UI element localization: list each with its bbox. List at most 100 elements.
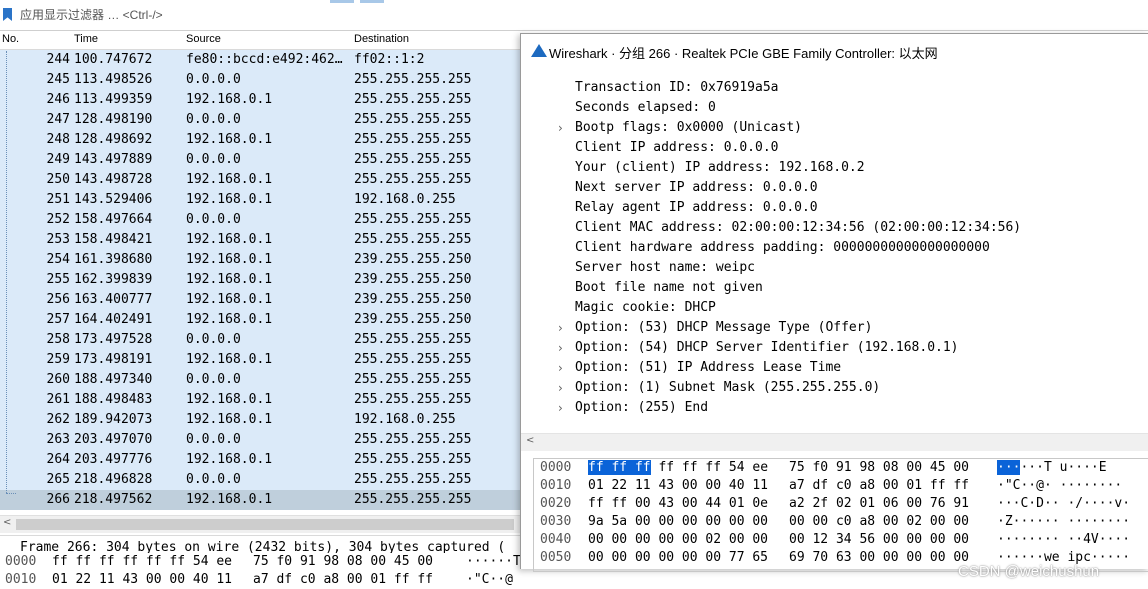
bytes-hex[interactable]: 01 22 11 43 00 00 40 11 [52, 571, 232, 589]
hex-bytes[interactable]: 00 00 00 00 00 00 77 65 [588, 549, 768, 567]
hex-bytes[interactable]: 75 f0 91 98 08 00 45 00 [789, 459, 969, 477]
hex-bytes[interactable]: a2 2f 02 01 06 00 76 91 [789, 495, 969, 513]
packet-row[interactable]: 249 143.497889 0.0.0.0 255.255.255.255 [0, 150, 520, 170]
packet-source: 192.168.0.1 [186, 252, 273, 267]
detail-tree-item[interactable]: Client IP address: 0.0.0.0 [521, 138, 1148, 158]
detail-tree-item[interactable]: Boot file name not given [521, 278, 1148, 298]
packet-row[interactable]: 245 113.498526 0.0.0.0 255.255.255.255 [0, 70, 520, 90]
packet-time: 143.498728 [74, 172, 153, 187]
packet-source: 192.168.0.1 [186, 352, 273, 367]
packet-destination: 239.255.255.250 [354, 312, 472, 327]
display-filter-input[interactable] [16, 5, 1144, 25]
hex-ascii[interactable]: ·Z······ ········ [997, 513, 1130, 531]
packet-row[interactable]: 265 218.496828 0.0.0.0 255.255.255.255 [0, 470, 520, 490]
detail-tree-item[interactable]: Relay agent IP address: 0.0.0.0 [521, 198, 1148, 218]
bytes-hex[interactable]: ff ff ff ff ff ff 54 ee [52, 553, 232, 571]
hex-offset: 0010 [540, 478, 572, 493]
detail-tree-label: Option: (1) Subnet Mask (255.255.255.0) [575, 380, 881, 395]
chevron-right-icon[interactable]: › [558, 398, 563, 418]
chevron-right-icon[interactable]: › [558, 358, 563, 378]
bytes-hex[interactable]: a7 df c0 a8 00 01 ff ff [253, 571, 433, 589]
packet-row[interactable]: 256 163.400777 192.168.0.1 239.255.255.250 [0, 290, 520, 310]
hex-bytes[interactable]: 69 70 63 00 00 00 00 00 [789, 549, 969, 567]
hex-bytes-text: 01 22 11 43 00 00 40 11 [588, 478, 769, 493]
hex-ascii[interactable]: ···C·D·· ·/····v· [997, 495, 1130, 513]
scrollbar-thumb[interactable] [16, 519, 514, 530]
frame-summary[interactable]: Frame 266: 304 bytes on wire (2432 bits)… [20, 540, 505, 554]
hex-bytes[interactable]: 01 22 11 43 00 00 40 11 [588, 477, 768, 495]
window-titlebar[interactable]: Wireshark · 分组 266 · Realtek PCIe GBE Fa… [521, 34, 1148, 66]
packet-row[interactable]: 260 188.497340 0.0.0.0 255.255.255.255 [0, 370, 520, 390]
hex-bytes[interactable]: ff ff 00 43 00 44 01 0e [588, 495, 768, 513]
ascii-highlight[interactable]: ··· [997, 460, 1021, 475]
packet-row[interactable]: 266 218.497562 192.168.0.1 255.255.255.255 [0, 490, 520, 510]
packet-row[interactable]: 250 143.498728 192.168.0.1 255.255.255.255 [0, 170, 520, 190]
detail-tree-item[interactable]: Client MAC address: 02:00:00:12:34:56 (0… [521, 218, 1148, 238]
hex-bytes[interactable]: 00 00 c0 a8 00 02 00 00 [789, 513, 969, 531]
scroll-left-icon[interactable]: < [526, 435, 534, 446]
hex-bytes[interactable]: 00 12 34 56 00 00 00 00 [789, 531, 969, 549]
detail-tree-item[interactable]: Your (client) IP address: 192.168.0.2 [521, 158, 1148, 178]
hex-ascii[interactable]: ········ ··4V···· [997, 531, 1130, 549]
packet-row[interactable]: 251 143.529406 192.168.0.1 192.168.0.255 [0, 190, 520, 210]
detail-tree-item[interactable]: › Option: (1) Subnet Mask (255.255.255.0) [521, 378, 1148, 398]
detail-tree-label: Option: (255) End [575, 400, 709, 415]
packet-list-scrollbar[interactable]: < [0, 515, 520, 533]
packet-row[interactable]: 244 100.747672 fe80::bccd:e492:462… ff02::1… [0, 50, 520, 70]
packet-row[interactable]: 262 189.942073 192.168.0.1 192.168.0.255 [0, 410, 520, 430]
packet-row[interactable]: 246 113.499359 192.168.0.1 255.255.255.255 [0, 90, 520, 110]
chevron-right-icon[interactable]: › [558, 338, 563, 358]
hex-bytes[interactable]: ff ff ff ff ff ff 54 ee [588, 459, 768, 477]
column-header-no[interactable]: No. [2, 33, 19, 45]
packet-row[interactable]: 255 162.399839 192.168.0.1 239.255.255.250 [0, 270, 520, 290]
packet-row[interactable]: 259 173.498191 192.168.0.1 255.255.255.255 [0, 350, 520, 370]
bytes-ascii[interactable]: ······T [466, 553, 520, 571]
hex-bytes[interactable]: 00 00 00 00 00 02 00 00 [588, 531, 768, 549]
chevron-right-icon[interactable]: › [558, 318, 563, 338]
hex-bytes[interactable]: a7 df c0 a8 00 01 ff ff [789, 477, 969, 495]
packet-row[interactable]: 261 188.498483 192.168.0.1 255.255.255.255 [0, 390, 520, 410]
chevron-right-icon[interactable]: › [558, 118, 563, 138]
packet-row[interactable]: 264 203.497776 192.168.0.1 255.255.255.255 [0, 450, 520, 470]
detail-tree-item[interactable]: Server host name: weipc [521, 258, 1148, 278]
hex-ascii[interactable]: ······T u····E [997, 459, 1107, 477]
packet-row[interactable]: 263 203.497070 0.0.0.0 255.255.255.255 [0, 430, 520, 450]
packet-number: 251 [46, 192, 70, 207]
packet-row[interactable]: 252 158.497664 0.0.0.0 255.255.255.255 [0, 210, 520, 230]
detail-tree-item[interactable]: Seconds elapsed: 0 [521, 98, 1148, 118]
detail-tree-item[interactable]: Transaction ID: 0x76919a5a [521, 78, 1148, 98]
packet-row[interactable]: 254 161.398680 192.168.0.1 239.255.255.250 [0, 250, 520, 270]
detail-tree-item[interactable]: Client hardware address padding: 0000000… [521, 238, 1148, 258]
bookmark-icon[interactable] [3, 8, 12, 21]
column-header-destination[interactable]: Destination [354, 33, 409, 45]
detail-tree-item[interactable]: › Bootp flags: 0x0000 (Unicast) [521, 118, 1148, 138]
bytes-hex[interactable]: 75 f0 91 98 08 00 45 00 [253, 553, 433, 571]
bytes-ascii[interactable]: ·"C··@ [466, 571, 513, 589]
hex-bytes[interactable]: 9a 5a 00 00 00 00 00 00 [588, 513, 768, 531]
detail-tree-item[interactable]: Magic cookie: DHCP [521, 298, 1148, 318]
column-header-time[interactable]: Time [74, 33, 98, 45]
packet-row[interactable]: 248 128.498692 192.168.0.1 255.255.255.255 [0, 130, 520, 150]
detail-tree-item[interactable]: Next server IP address: 0.0.0.0 [521, 178, 1148, 198]
hex-ascii[interactable]: ·"C··@· ········ [997, 477, 1122, 495]
detail-tree-item[interactable]: › Option: (53) DHCP Message Type (Offer) [521, 318, 1148, 338]
hex-highlight[interactable]: ff ff ff [588, 460, 651, 475]
scroll-left-icon[interactable]: < [3, 517, 11, 528]
detail-tree-scrollbar[interactable]: < [521, 433, 1148, 451]
packet-number: 260 [46, 372, 70, 387]
packet-row[interactable]: 253 158.498421 192.168.0.1 255.255.255.255 [0, 230, 520, 250]
window-title: Wireshark · 分组 266 · Realtek PCIe GBE Fa… [549, 46, 938, 61]
chevron-right-icon[interactable]: › [558, 378, 563, 398]
packet-bytes-pane: 0000 ff ff ff ff ff ff 54 ee 75 f0 91 98… [0, 553, 520, 589]
column-header-source[interactable]: Source [186, 33, 221, 45]
packet-row[interactable]: 258 173.497528 0.0.0.0 255.255.255.255 [0, 330, 520, 350]
packet-row[interactable]: 257 164.402491 192.168.0.1 239.255.255.250 [0, 310, 520, 330]
toolbar-stub [360, 0, 384, 3]
packet-time: 158.497664 [74, 212, 153, 227]
detail-tree-item[interactable]: › Option: (54) DHCP Server Identifier (19… [521, 338, 1148, 358]
watermark: CSDN @weichushun [958, 563, 1100, 580]
packet-row[interactable]: 247 128.498190 0.0.0.0 255.255.255.255 [0, 110, 520, 130]
detail-tree-item[interactable]: › Option: (255) End [521, 398, 1148, 418]
detail-tree-item[interactable]: › Option: (51) IP Address Lease Time [521, 358, 1148, 378]
packet-number: 250 [46, 172, 70, 187]
